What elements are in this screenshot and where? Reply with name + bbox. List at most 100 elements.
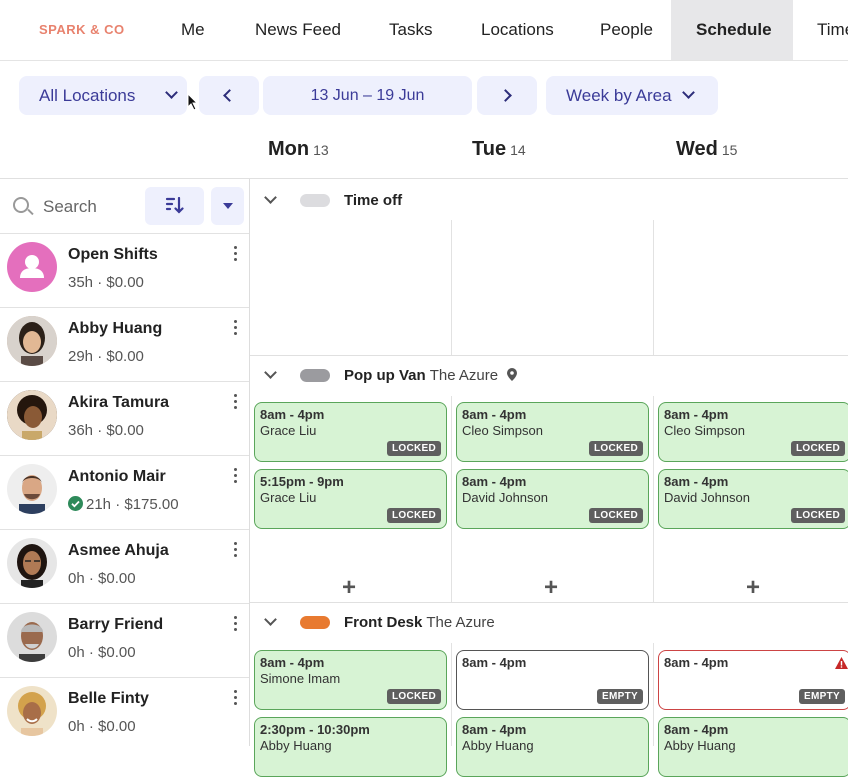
person-stats: 0h · $0.00 [68, 644, 136, 661]
more-options-icon[interactable] [230, 690, 240, 708]
warning-icon [835, 657, 848, 669]
prev-week-button[interactable] [199, 76, 259, 115]
more-options-icon[interactable] [230, 542, 240, 560]
shift-time: 8am - 4pm [664, 655, 729, 670]
person-row-asmee-ahuja[interactable]: Asmee Ahuja 0h · $0.00 [0, 529, 249, 603]
nav-item-tasks[interactable]: Tasks [389, 0, 432, 60]
more-options-icon[interactable] [230, 320, 240, 338]
shift-assignee: Cleo Simpson [664, 423, 745, 438]
add-shift-icon[interactable]: + [544, 574, 558, 602]
person-row-antonio-mair[interactable]: Antonio Mair 21h · $175.00 [0, 455, 249, 529]
shift-card[interactable]: 8am - 4pm David Johnson LOCKED [456, 469, 649, 529]
top-nav: SPARK & CO Me News Feed Tasks Locations … [0, 0, 848, 61]
date-range-button[interactable]: 13 Jun – 19 Jun [263, 76, 472, 115]
caret-down-icon [223, 203, 233, 209]
person-row-belle-finty[interactable]: Belle Finty 0h · $0.00 [0, 677, 249, 746]
add-shift-icon[interactable]: + [342, 574, 356, 602]
shift-assignee: Cleo Simpson [462, 423, 543, 438]
area-color-pill [300, 369, 330, 382]
collapse-chevron-icon[interactable] [264, 613, 277, 626]
day-name: Tue [472, 138, 507, 160]
person-stats: 36h · $0.00 [68, 422, 144, 439]
sort-button[interactable] [145, 187, 204, 225]
shift-time: 5:15pm - 9pm [260, 474, 344, 489]
brand-logo[interactable]: SPARK & CO [39, 22, 125, 37]
person-row-abby-huang[interactable]: Abby Huang 29h · $0.00 [0, 307, 249, 381]
collapse-chevron-icon[interactable] [264, 191, 277, 204]
divider [250, 355, 848, 356]
day-number: 13 [313, 142, 329, 158]
area-header-time-off: Time off [344, 192, 402, 209]
location-pin-icon [507, 368, 518, 381]
avatar [7, 242, 57, 292]
shift-status-badge: LOCKED [790, 441, 845, 456]
shift-time: 8am - 4pm [664, 407, 729, 422]
avatar [7, 390, 57, 440]
shift-card[interactable]: 8am - 4pm David Johnson LOCKED [658, 469, 848, 529]
area-color-pill [300, 194, 330, 207]
person-name: Akira Tamura [68, 394, 170, 411]
avatar [7, 464, 57, 514]
nav-item-news-feed[interactable]: News Feed [255, 0, 341, 60]
add-shift-icon[interactable]: + [746, 574, 760, 602]
view-mode-dropdown[interactable]: Week by Area [546, 76, 718, 115]
person-stats: 29h · $0.00 [68, 348, 144, 365]
shift-status-badge: LOCKED [790, 508, 845, 523]
check-circle-icon [68, 496, 83, 511]
shift-card[interactable]: 8am - 4pm Cleo Simpson LOCKED [658, 402, 848, 462]
more-options-icon[interactable] [230, 616, 240, 634]
area-location: The Azure [429, 367, 499, 384]
person-row-open-shifts[interactable]: Open Shifts 35h · $0.00 [0, 233, 249, 307]
nav-item-locations[interactable]: Locations [481, 0, 554, 60]
day-header-wed: Wed 15 [676, 138, 737, 161]
column-divider [451, 220, 452, 355]
more-options-icon[interactable] [230, 468, 240, 486]
day-name: Wed [676, 138, 718, 160]
mouse-cursor-icon [187, 93, 199, 111]
column-divider [451, 396, 452, 602]
area-color-pill [300, 616, 330, 629]
avatar [7, 316, 57, 366]
shift-card[interactable]: 2:30pm - 10:30pm Abby Huang [254, 717, 447, 777]
person-stats: 0h · $0.00 [68, 718, 136, 735]
more-options-icon[interactable] [230, 246, 240, 264]
collapse-chevron-icon[interactable] [264, 366, 277, 379]
shift-status-badge: LOCKED [588, 508, 643, 523]
more-options-icon[interactable] [230, 394, 240, 412]
area-header-front-desk: Front Desk The Azure [344, 614, 495, 631]
person-row-akira-tamura[interactable]: Akira Tamura 36h · $0.00 [0, 381, 249, 455]
person-row-barry-friend[interactable]: Barry Friend 0h · $0.00 [0, 603, 249, 677]
shift-time: 8am - 4pm [664, 474, 729, 489]
nav-item-schedule[interactable]: Schedule [671, 0, 793, 60]
location-filter-dropdown[interactable]: All Locations [19, 76, 199, 115]
shift-card[interactable]: 5:15pm - 9pm Grace Liu LOCKED [254, 469, 447, 529]
divider [250, 602, 848, 603]
person-name: Asmee Ahuja [68, 542, 169, 559]
shift-time: 8am - 4pm [462, 722, 527, 737]
shift-card-warning[interactable]: 8am - 4pm EMPTY [658, 650, 848, 710]
shift-time: 8am - 4pm [260, 655, 325, 670]
shift-card-empty[interactable]: 8am - 4pm EMPTY [456, 650, 649, 710]
shift-card[interactable]: 8am - 4pm Abby Huang [456, 717, 649, 777]
next-week-button[interactable] [477, 76, 537, 115]
nav-item-people[interactable]: People [600, 0, 653, 60]
nav-item-me[interactable]: Me [181, 0, 205, 60]
sort-options-dropdown[interactable] [211, 187, 244, 225]
view-mode-label: Week by Area [566, 86, 672, 105]
shift-assignee: Simone Imam [260, 671, 341, 686]
shift-assignee: Grace Liu [260, 490, 317, 505]
search-input[interactable] [43, 195, 139, 219]
shift-status-badge: LOCKED [386, 441, 441, 456]
shift-card[interactable]: 8am - 4pm Grace Liu LOCKED [254, 402, 447, 462]
column-divider [653, 396, 654, 602]
person-stats: 35h · $0.00 [68, 274, 144, 291]
shift-card[interactable]: 8am - 4pm Simone Imam LOCKED [254, 650, 447, 710]
day-name: Mon [268, 138, 310, 160]
area-header-pop-up-van: Pop up Van The Azure [344, 367, 518, 384]
nav-item-time[interactable]: Time [817, 0, 848, 60]
shift-card[interactable]: 8am - 4pm Abby Huang [658, 717, 848, 777]
shift-time: 2:30pm - 10:30pm [260, 722, 370, 737]
person-stats: 0h · $0.00 [68, 570, 136, 587]
area-name: Front Desk [344, 614, 423, 631]
shift-card[interactable]: 8am - 4pm Cleo Simpson LOCKED [456, 402, 649, 462]
